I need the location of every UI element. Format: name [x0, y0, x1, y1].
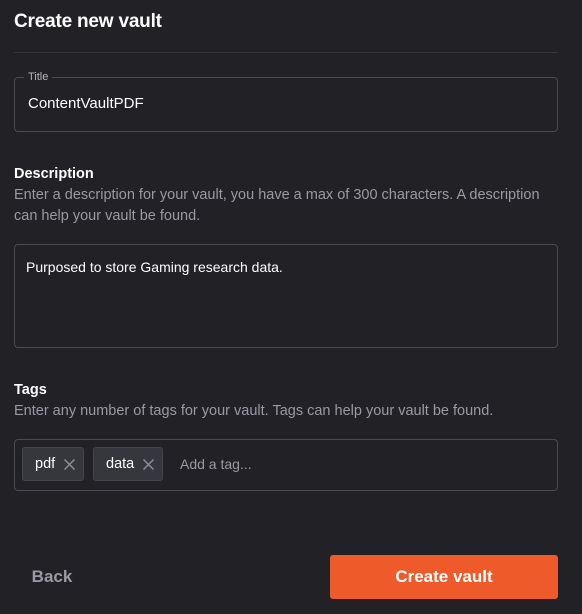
back-button[interactable]: Back: [14, 556, 90, 598]
tag-chip: pdf: [22, 447, 85, 481]
close-icon[interactable]: [61, 456, 77, 472]
title-field-label: Title: [24, 70, 53, 84]
description-field[interactable]: Purposed to store Gaming research data.: [14, 244, 558, 348]
tags-heading: Tags: [14, 382, 47, 398]
tags-field[interactable]: pdf data: [14, 439, 558, 491]
description-help-text: Enter a description for your vault, you …: [14, 187, 540, 224]
tag-label: data: [106, 456, 135, 472]
tag-label: pdf: [35, 456, 56, 472]
create-vault-button[interactable]: Create vault: [330, 555, 558, 599]
title-input[interactable]: [28, 95, 528, 112]
dialog-title: Create new vault: [14, 11, 162, 32]
description-heading: Description: [14, 166, 94, 182]
header-divider: [14, 52, 558, 53]
description-textarea[interactable]: Purposed to store Gaming research data.: [26, 258, 546, 338]
create-vault-dialog: Create new vault Title Description Enter…: [0, 0, 582, 614]
tags-help-text: Enter any number of tags for your vault.…: [14, 403, 494, 419]
title-field[interactable]: Title: [14, 70, 558, 132]
close-icon[interactable]: [140, 456, 156, 472]
tag-chip: data: [93, 447, 164, 481]
add-tag-input[interactable]: [180, 456, 380, 472]
